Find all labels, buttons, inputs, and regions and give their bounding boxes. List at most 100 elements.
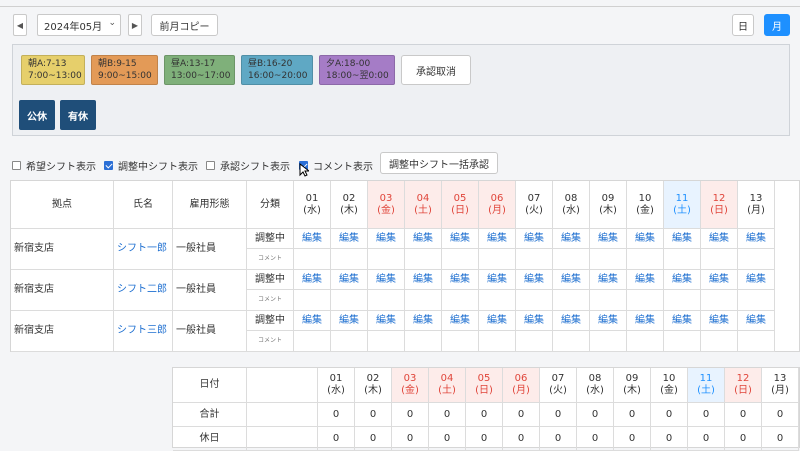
edit-shift-button[interactable]: 編集 — [738, 270, 775, 290]
shift-chip[interactable]: 朝B:9-15 9:00~15:00 — [91, 55, 158, 85]
comment-cell[interactable] — [590, 290, 627, 311]
shift-chip[interactable]: 昼A:13-17 13:00~17:00 — [164, 55, 235, 85]
edit-shift-button[interactable]: 編集 — [405, 229, 442, 249]
comment-cell[interactable] — [738, 331, 775, 352]
cell-name[interactable]: シフト三郎 — [114, 311, 173, 352]
next-month-button[interactable]: ▶ — [128, 14, 142, 36]
edit-shift-button[interactable]: 編集 — [516, 229, 553, 249]
shift-chip[interactable]: 朝A:7-13 7:00~13:00 — [21, 55, 85, 85]
comment-cell[interactable] — [442, 249, 479, 270]
bulk-approve-button[interactable]: 調整中シフト一括承認 — [380, 152, 498, 174]
edit-shift-button[interactable]: 編集 — [516, 270, 553, 290]
comment-cell[interactable] — [664, 249, 701, 270]
wish-shift-checkbox[interactable] — [12, 161, 21, 170]
edit-shift-button[interactable]: 編集 — [664, 270, 701, 290]
wish-shift-option[interactable]: 希望シフト表示 — [12, 158, 96, 173]
comment-cell[interactable] — [331, 249, 368, 270]
edit-shift-button[interactable]: 編集 — [701, 270, 738, 290]
edit-shift-button[interactable]: 編集 — [701, 229, 738, 249]
comment-cell[interactable] — [479, 249, 516, 270]
comment-cell[interactable] — [516, 331, 553, 352]
edit-shift-button[interactable]: 編集 — [664, 311, 701, 331]
edit-shift-button[interactable]: 編集 — [553, 311, 590, 331]
edit-shift-button[interactable]: 編集 — [368, 311, 405, 331]
edit-shift-button[interactable]: 編集 — [405, 270, 442, 290]
edit-shift-button[interactable]: 編集 — [590, 229, 627, 249]
comment-cell[interactable] — [627, 249, 664, 270]
edit-shift-button[interactable]: 編集 — [701, 311, 738, 331]
comment-cell[interactable] — [294, 290, 331, 311]
edit-shift-button[interactable]: 編集 — [442, 311, 479, 331]
comment-cell[interactable] — [553, 249, 590, 270]
approved-shift-option[interactable]: 承認シフト表示 — [206, 158, 290, 173]
edit-shift-button[interactable]: 編集 — [590, 311, 627, 331]
comment-cell[interactable] — [294, 331, 331, 352]
comment-option[interactable]: コメント表示 — [299, 158, 373, 173]
comment-cell[interactable] — [738, 249, 775, 270]
comment-cell[interactable] — [368, 249, 405, 270]
comment-cell[interactable] — [553, 290, 590, 311]
edit-shift-button[interactable]: 編集 — [331, 270, 368, 290]
comment-cell[interactable] — [701, 331, 738, 352]
comment-cell[interactable] — [405, 290, 442, 311]
edit-shift-button[interactable]: 編集 — [738, 311, 775, 331]
edit-shift-button[interactable]: 編集 — [442, 229, 479, 249]
edit-shift-button[interactable]: 編集 — [294, 270, 331, 290]
comment-cell[interactable] — [442, 331, 479, 352]
public-holiday-button[interactable]: 公休 — [19, 100, 55, 130]
comment-cell[interactable] — [442, 290, 479, 311]
comment-cell[interactable] — [331, 331, 368, 352]
comment-cell[interactable] — [368, 290, 405, 311]
edit-shift-button[interactable]: 編集 — [331, 229, 368, 249]
edit-shift-button[interactable]: 編集 — [627, 270, 664, 290]
approved-shift-checkbox[interactable] — [206, 161, 215, 170]
edit-shift-button[interactable]: 編集 — [479, 229, 516, 249]
edit-shift-button[interactable]: 編集 — [405, 311, 442, 331]
copy-previous-month-button[interactable]: 前月コピー — [151, 14, 218, 36]
paid-leave-button[interactable]: 有休 — [60, 100, 96, 130]
day-view-button[interactable]: 日 — [732, 14, 754, 36]
edit-shift-button[interactable]: 編集 — [553, 229, 590, 249]
comment-cell[interactable] — [405, 331, 442, 352]
edit-shift-button[interactable]: 編集 — [590, 270, 627, 290]
edit-shift-button[interactable]: 編集 — [294, 229, 331, 249]
comment-cell[interactable] — [553, 331, 590, 352]
edit-shift-button[interactable]: 編集 — [627, 229, 664, 249]
comment-cell[interactable] — [664, 331, 701, 352]
month-view-button[interactable]: 月 — [764, 14, 790, 36]
month-select[interactable]: 2024年05月 ⌄ — [37, 14, 121, 36]
prev-month-button[interactable]: ◀ — [13, 14, 27, 36]
comment-cell[interactable] — [701, 290, 738, 311]
comment-cell[interactable] — [590, 249, 627, 270]
edit-shift-button[interactable]: 編集 — [368, 270, 405, 290]
comment-cell[interactable] — [516, 249, 553, 270]
comment-cell[interactable] — [294, 249, 331, 270]
cell-name[interactable]: シフト一郎 — [114, 229, 173, 270]
comment-cell[interactable] — [627, 331, 664, 352]
edit-shift-button[interactable]: 編集 — [664, 229, 701, 249]
edit-shift-button[interactable]: 編集 — [294, 311, 331, 331]
comment-cell[interactable] — [479, 290, 516, 311]
adjusting-shift-option[interactable]: 調整中シフト表示 — [104, 158, 198, 173]
approve-cancel-button[interactable]: 承認取消 — [401, 55, 471, 85]
shift-chip[interactable]: 昼B:16-20 16:00~20:00 — [241, 55, 313, 85]
comment-cell[interactable] — [331, 290, 368, 311]
edit-shift-button[interactable]: 編集 — [479, 270, 516, 290]
edit-shift-button[interactable]: 編集 — [479, 311, 516, 331]
edit-shift-button[interactable]: 編集 — [738, 229, 775, 249]
edit-shift-button[interactable]: 編集 — [516, 311, 553, 331]
edit-shift-button[interactable]: 編集 — [553, 270, 590, 290]
edit-shift-button[interactable]: 編集 — [627, 311, 664, 331]
comment-cell[interactable] — [405, 249, 442, 270]
comment-cell[interactable] — [516, 290, 553, 311]
edit-shift-button[interactable]: 編集 — [442, 270, 479, 290]
comment-cell[interactable] — [664, 290, 701, 311]
shift-chip[interactable]: 夕A:18-00 18:00~翌0:00 — [319, 55, 395, 85]
comment-cell[interactable] — [627, 290, 664, 311]
comment-cell[interactable] — [368, 331, 405, 352]
comment-cell[interactable] — [479, 331, 516, 352]
comment-cell[interactable] — [590, 331, 627, 352]
edit-shift-button[interactable]: 編集 — [368, 229, 405, 249]
adjusting-shift-checkbox[interactable] — [104, 161, 113, 170]
comment-cell[interactable] — [701, 249, 738, 270]
